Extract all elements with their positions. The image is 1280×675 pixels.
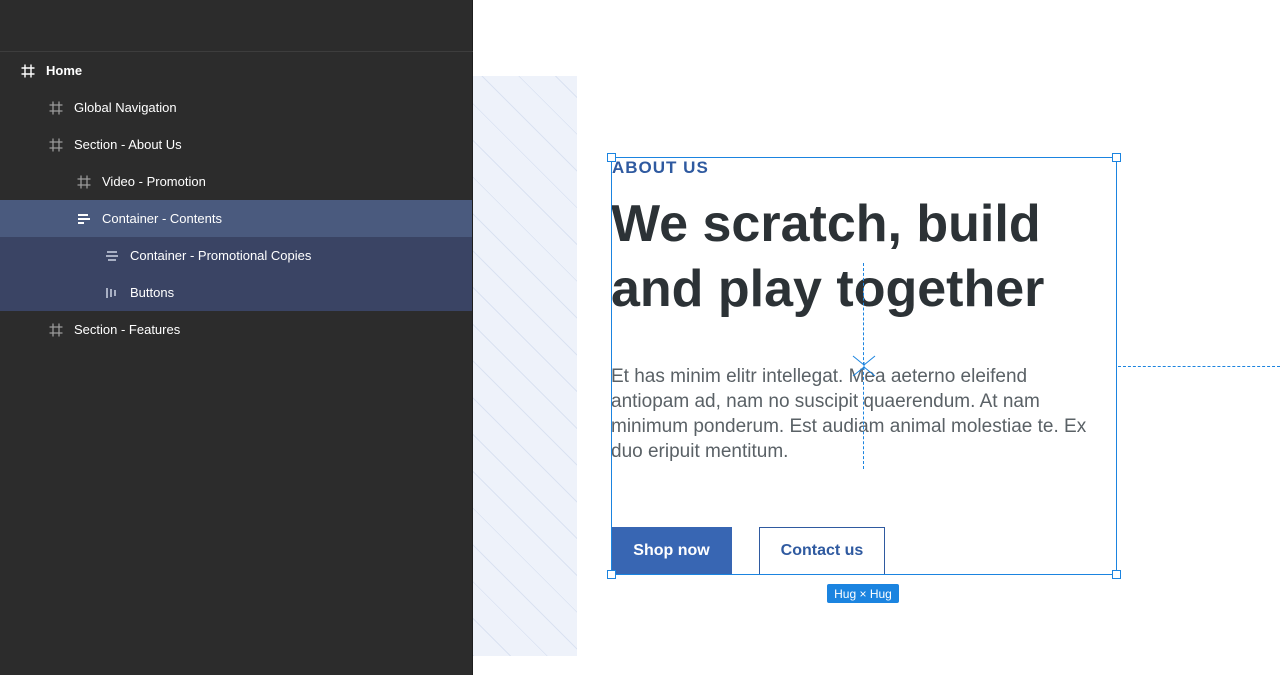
layer-label: Container - Promotional Copies — [130, 248, 312, 263]
vertical-stack-left-icon — [74, 209, 94, 229]
resize-handle-top-left[interactable] — [607, 153, 616, 162]
hug-size-badge[interactable]: Hug × Hug — [827, 584, 899, 603]
vertical-stack-center-icon — [102, 246, 122, 266]
layer-label: Home — [46, 63, 83, 78]
layer-label: Video - Promotion — [102, 174, 206, 189]
layer-tree: Home Global Navigation Section - About U… — [0, 52, 472, 348]
layer-section-about-us[interactable]: Section - About Us — [0, 126, 472, 163]
frame-icon — [18, 61, 38, 81]
layer-buttons[interactable]: Buttons — [0, 274, 472, 311]
layer-label: Global Navigation — [74, 100, 177, 115]
layer-video-promotion[interactable]: Video - Promotion — [0, 163, 472, 200]
frame-icon — [46, 135, 66, 155]
layer-container-promotional-copies[interactable]: Container - Promotional Copies — [0, 237, 472, 274]
alignment-guide-line — [1118, 366, 1280, 367]
spacing-gap-icon[interactable] — [852, 354, 876, 383]
design-canvas[interactable]: ABOUT US We scratch, build and play toge… — [473, 0, 1280, 675]
frame-icon — [46, 98, 66, 118]
panel-header — [0, 0, 473, 52]
video-promotion-placeholder[interactable] — [473, 76, 577, 656]
layer-section-features[interactable]: Section - Features — [0, 311, 472, 348]
layers-panel: Home Global Navigation Section - About U… — [0, 0, 473, 675]
layer-label: Section - Features — [74, 322, 181, 337]
resize-handle-bottom-left[interactable] — [607, 570, 616, 579]
layer-label: Buttons — [130, 285, 175, 300]
layer-global-navigation[interactable]: Global Navigation — [0, 89, 472, 126]
layer-label: Section - About Us — [74, 137, 182, 152]
horizontal-stack-icon — [102, 283, 122, 303]
resize-handle-bottom-right[interactable] — [1112, 570, 1121, 579]
layer-container-contents[interactable]: Container - Contents — [0, 200, 472, 237]
layer-label: Container - Contents — [102, 211, 222, 226]
frame-icon — [46, 320, 66, 340]
resize-handle-top-right[interactable] — [1112, 153, 1121, 162]
layer-home[interactable]: Home — [0, 52, 472, 89]
frame-icon — [74, 172, 94, 192]
